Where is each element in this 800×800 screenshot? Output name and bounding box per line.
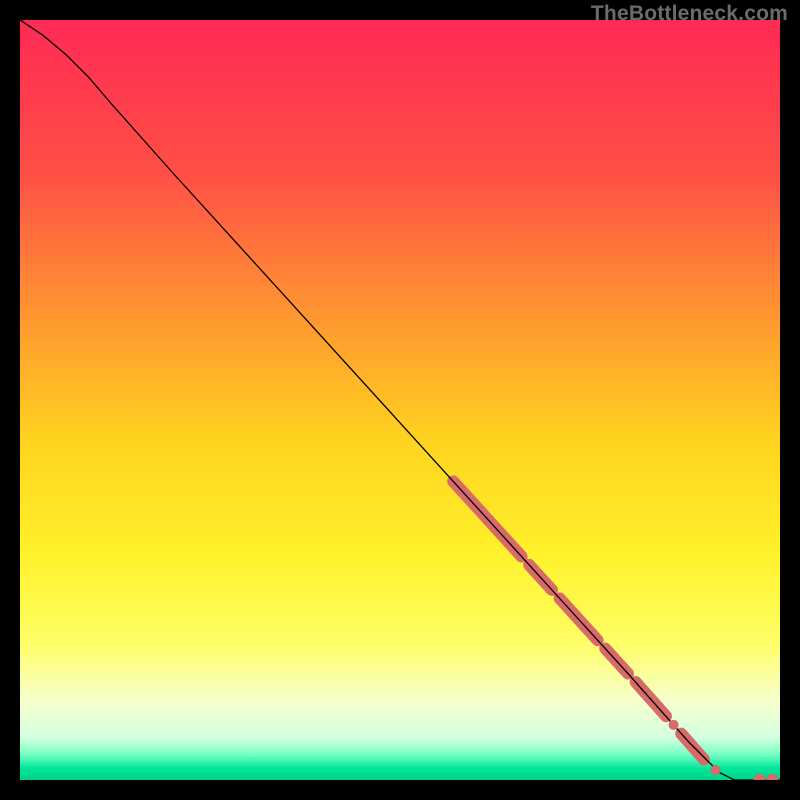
- gradient-background: [20, 20, 780, 780]
- plot-area: [20, 20, 780, 780]
- chart-svg: [20, 20, 780, 780]
- chart-stage: TheBottleneck.com: [0, 0, 800, 800]
- marker-dot: [669, 720, 679, 730]
- marker-dot: [710, 765, 720, 775]
